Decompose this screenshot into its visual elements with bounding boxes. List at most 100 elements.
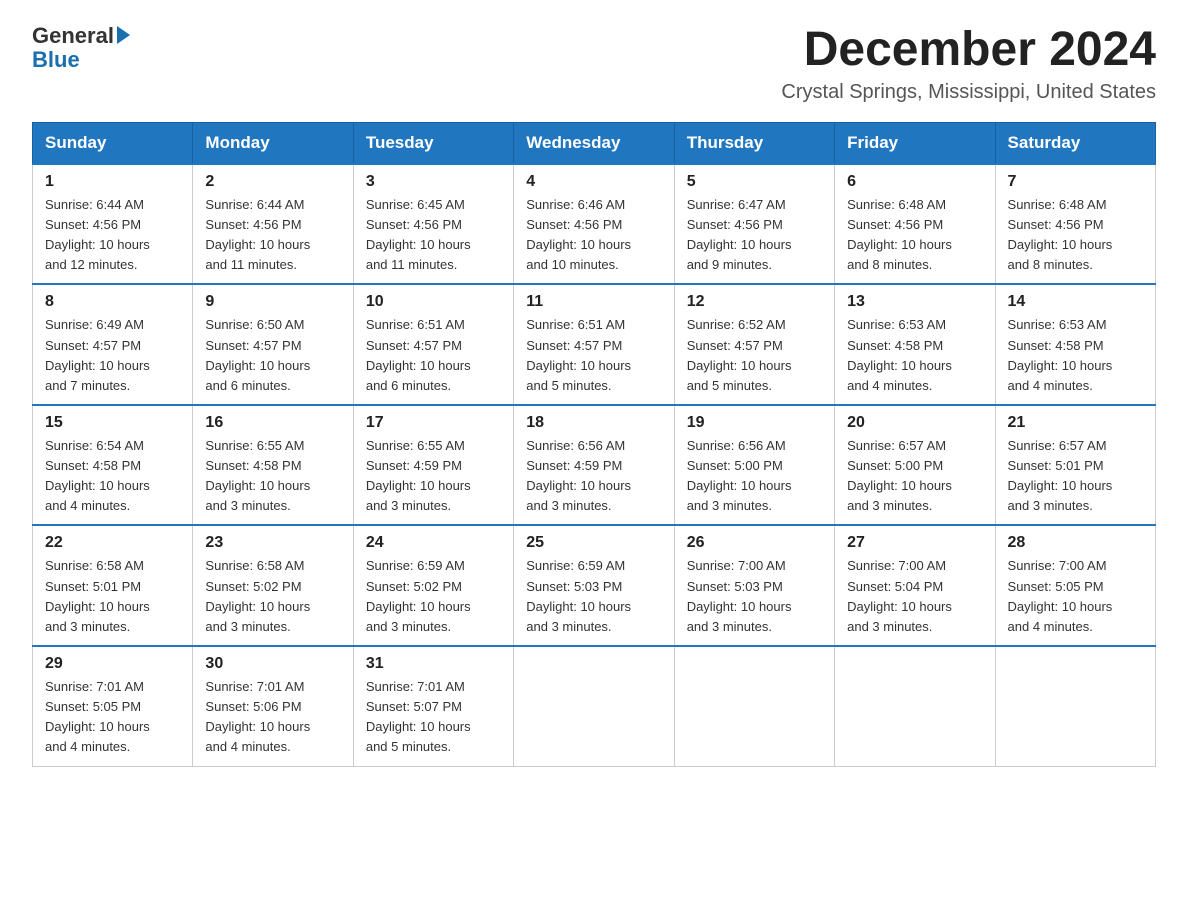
calendar-cell xyxy=(514,646,674,766)
calendar-cell xyxy=(674,646,834,766)
calendar-cell: 4 Sunrise: 6:46 AM Sunset: 4:56 PM Dayli… xyxy=(514,164,674,285)
calendar-cell: 18 Sunrise: 6:56 AM Sunset: 4:59 PM Dayl… xyxy=(514,405,674,526)
calendar-cell: 22 Sunrise: 6:58 AM Sunset: 5:01 PM Dayl… xyxy=(33,525,193,646)
day-number: 5 xyxy=(687,173,822,191)
month-title: December 2024 xyxy=(781,24,1156,77)
day-info: Sunrise: 6:58 AM Sunset: 5:01 PM Dayligh… xyxy=(45,556,180,637)
calendar-cell: 19 Sunrise: 6:56 AM Sunset: 5:00 PM Dayl… xyxy=(674,405,834,526)
week-row-3: 15 Sunrise: 6:54 AM Sunset: 4:58 PM Dayl… xyxy=(33,405,1156,526)
day-number: 18 xyxy=(526,414,661,432)
calendar-cell: 1 Sunrise: 6:44 AM Sunset: 4:56 PM Dayli… xyxy=(33,164,193,285)
calendar-cell: 16 Sunrise: 6:55 AM Sunset: 4:58 PM Dayl… xyxy=(193,405,353,526)
day-number: 6 xyxy=(847,173,982,191)
day-number: 4 xyxy=(526,173,661,191)
day-number: 1 xyxy=(45,173,180,191)
day-number: 24 xyxy=(366,534,501,552)
calendar-table: Sunday Monday Tuesday Wednesday Thursday… xyxy=(32,122,1156,767)
day-info: Sunrise: 6:46 AM Sunset: 4:56 PM Dayligh… xyxy=(526,195,661,276)
day-info: Sunrise: 6:59 AM Sunset: 5:03 PM Dayligh… xyxy=(526,556,661,637)
week-row-5: 29 Sunrise: 7:01 AM Sunset: 5:05 PM Dayl… xyxy=(33,646,1156,766)
week-row-2: 8 Sunrise: 6:49 AM Sunset: 4:57 PM Dayli… xyxy=(33,284,1156,405)
logo-blue-text: Blue xyxy=(32,48,130,72)
day-number: 16 xyxy=(205,414,340,432)
day-number: 28 xyxy=(1008,534,1143,552)
col-thursday: Thursday xyxy=(674,122,834,164)
day-number: 27 xyxy=(847,534,982,552)
day-info: Sunrise: 6:53 AM Sunset: 4:58 PM Dayligh… xyxy=(1008,315,1143,396)
calendar-cell: 10 Sunrise: 6:51 AM Sunset: 4:57 PM Dayl… xyxy=(353,284,513,405)
col-friday: Friday xyxy=(835,122,995,164)
day-info: Sunrise: 6:51 AM Sunset: 4:57 PM Dayligh… xyxy=(526,315,661,396)
page-header: General Blue December 2024 Crystal Sprin… xyxy=(32,24,1156,104)
calendar-cell: 15 Sunrise: 6:54 AM Sunset: 4:58 PM Dayl… xyxy=(33,405,193,526)
day-info: Sunrise: 7:01 AM Sunset: 5:07 PM Dayligh… xyxy=(366,677,501,758)
day-info: Sunrise: 6:52 AM Sunset: 4:57 PM Dayligh… xyxy=(687,315,822,396)
day-number: 3 xyxy=(366,173,501,191)
calendar-cell: 30 Sunrise: 7:01 AM Sunset: 5:06 PM Dayl… xyxy=(193,646,353,766)
calendar-cell: 8 Sunrise: 6:49 AM Sunset: 4:57 PM Dayli… xyxy=(33,284,193,405)
calendar-cell: 12 Sunrise: 6:52 AM Sunset: 4:57 PM Dayl… xyxy=(674,284,834,405)
day-info: Sunrise: 6:44 AM Sunset: 4:56 PM Dayligh… xyxy=(45,195,180,276)
day-number: 8 xyxy=(45,293,180,311)
day-info: Sunrise: 6:47 AM Sunset: 4:56 PM Dayligh… xyxy=(687,195,822,276)
week-row-4: 22 Sunrise: 6:58 AM Sunset: 5:01 PM Dayl… xyxy=(33,525,1156,646)
day-number: 25 xyxy=(526,534,661,552)
day-info: Sunrise: 7:00 AM Sunset: 5:05 PM Dayligh… xyxy=(1008,556,1143,637)
day-info: Sunrise: 7:00 AM Sunset: 5:03 PM Dayligh… xyxy=(687,556,822,637)
day-info: Sunrise: 6:51 AM Sunset: 4:57 PM Dayligh… xyxy=(366,315,501,396)
day-number: 13 xyxy=(847,293,982,311)
day-number: 7 xyxy=(1008,173,1143,191)
day-info: Sunrise: 6:48 AM Sunset: 4:56 PM Dayligh… xyxy=(1008,195,1143,276)
day-info: Sunrise: 6:55 AM Sunset: 4:58 PM Dayligh… xyxy=(205,436,340,517)
day-number: 20 xyxy=(847,414,982,432)
calendar-cell: 20 Sunrise: 6:57 AM Sunset: 5:00 PM Dayl… xyxy=(835,405,995,526)
day-number: 12 xyxy=(687,293,822,311)
day-info: Sunrise: 6:55 AM Sunset: 4:59 PM Dayligh… xyxy=(366,436,501,517)
day-number: 26 xyxy=(687,534,822,552)
day-info: Sunrise: 6:56 AM Sunset: 4:59 PM Dayligh… xyxy=(526,436,661,517)
logo-general-text: General xyxy=(32,23,114,48)
calendar-cell: 24 Sunrise: 6:59 AM Sunset: 5:02 PM Dayl… xyxy=(353,525,513,646)
day-number: 23 xyxy=(205,534,340,552)
col-sunday: Sunday xyxy=(33,122,193,164)
calendar-cell: 5 Sunrise: 6:47 AM Sunset: 4:56 PM Dayli… xyxy=(674,164,834,285)
day-number: 2 xyxy=(205,173,340,191)
calendar-cell: 27 Sunrise: 7:00 AM Sunset: 5:04 PM Dayl… xyxy=(835,525,995,646)
day-number: 17 xyxy=(366,414,501,432)
logo-arrow-icon xyxy=(117,26,130,44)
col-saturday: Saturday xyxy=(995,122,1155,164)
col-tuesday: Tuesday xyxy=(353,122,513,164)
calendar-cell: 2 Sunrise: 6:44 AM Sunset: 4:56 PM Dayli… xyxy=(193,164,353,285)
day-number: 14 xyxy=(1008,293,1143,311)
day-number: 22 xyxy=(45,534,180,552)
day-info: Sunrise: 6:57 AM Sunset: 5:01 PM Dayligh… xyxy=(1008,436,1143,517)
day-info: Sunrise: 6:54 AM Sunset: 4:58 PM Dayligh… xyxy=(45,436,180,517)
day-number: 21 xyxy=(1008,414,1143,432)
day-info: Sunrise: 7:01 AM Sunset: 5:06 PM Dayligh… xyxy=(205,677,340,758)
calendar-cell: 17 Sunrise: 6:55 AM Sunset: 4:59 PM Dayl… xyxy=(353,405,513,526)
day-number: 31 xyxy=(366,655,501,673)
calendar-cell xyxy=(995,646,1155,766)
col-wednesday: Wednesday xyxy=(514,122,674,164)
calendar-cell: 6 Sunrise: 6:48 AM Sunset: 4:56 PM Dayli… xyxy=(835,164,995,285)
calendar-cell: 9 Sunrise: 6:50 AM Sunset: 4:57 PM Dayli… xyxy=(193,284,353,405)
day-info: Sunrise: 7:00 AM Sunset: 5:04 PM Dayligh… xyxy=(847,556,982,637)
calendar-cell: 28 Sunrise: 7:00 AM Sunset: 5:05 PM Dayl… xyxy=(995,525,1155,646)
calendar-cell: 31 Sunrise: 7:01 AM Sunset: 5:07 PM Dayl… xyxy=(353,646,513,766)
calendar-cell: 29 Sunrise: 7:01 AM Sunset: 5:05 PM Dayl… xyxy=(33,646,193,766)
day-number: 15 xyxy=(45,414,180,432)
day-info: Sunrise: 6:44 AM Sunset: 4:56 PM Dayligh… xyxy=(205,195,340,276)
calendar-cell: 14 Sunrise: 6:53 AM Sunset: 4:58 PM Dayl… xyxy=(995,284,1155,405)
day-info: Sunrise: 6:59 AM Sunset: 5:02 PM Dayligh… xyxy=(366,556,501,637)
day-info: Sunrise: 6:56 AM Sunset: 5:00 PM Dayligh… xyxy=(687,436,822,517)
calendar-cell: 13 Sunrise: 6:53 AM Sunset: 4:58 PM Dayl… xyxy=(835,284,995,405)
day-number: 11 xyxy=(526,293,661,311)
calendar-cell xyxy=(835,646,995,766)
day-number: 30 xyxy=(205,655,340,673)
day-number: 10 xyxy=(366,293,501,311)
title-block: December 2024 Crystal Springs, Mississip… xyxy=(781,24,1156,104)
day-number: 19 xyxy=(687,414,822,432)
week-row-1: 1 Sunrise: 6:44 AM Sunset: 4:56 PM Dayli… xyxy=(33,164,1156,285)
day-info: Sunrise: 6:58 AM Sunset: 5:02 PM Dayligh… xyxy=(205,556,340,637)
day-info: Sunrise: 6:49 AM Sunset: 4:57 PM Dayligh… xyxy=(45,315,180,396)
